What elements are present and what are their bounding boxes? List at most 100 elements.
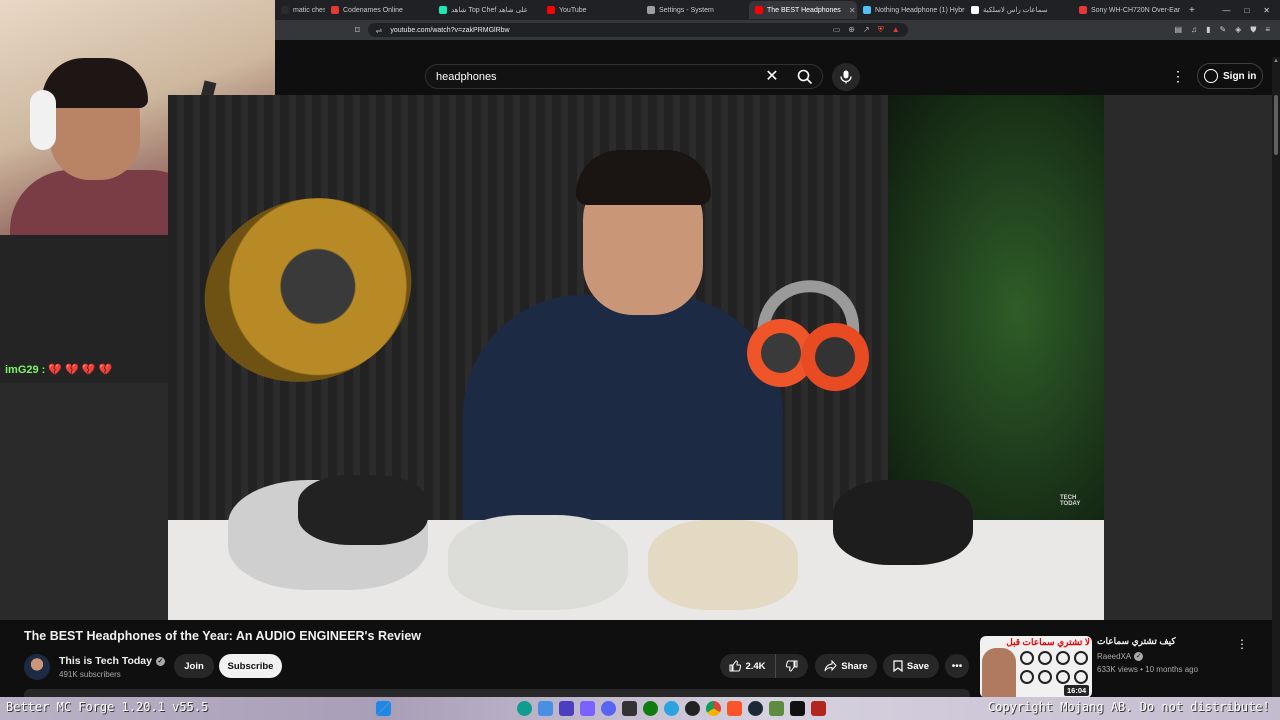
url-field[interactable]: ⇌ youtube.com/watch?v=zakPRMGlRbw ▭ ⊕ ↗ … — [367, 23, 908, 37]
brave-rewards-icon[interactable]: ▲ — [892, 25, 900, 35]
wallet-icon[interactable]: ◈ — [1235, 25, 1241, 35]
browser-tab[interactable]: سماعات راس لاسلكية — [965, 1, 1073, 19]
zoom-icon[interactable]: ⊕ — [848, 25, 855, 35]
close-tab-icon[interactable]: ✕ — [849, 6, 856, 15]
right-margin — [1104, 95, 1272, 620]
browser-address-bar: ⌑ ⇌ youtube.com/watch?v=zakPRMGlRbw ▭ ⊕ … — [275, 20, 1280, 40]
steam-icon[interactable] — [748, 700, 763, 716]
clear-search-icon[interactable]: ✕ — [763, 64, 781, 89]
browser-tab[interactable]: matic chest - Y — [275, 1, 325, 19]
orange-headphones — [747, 280, 869, 391]
chat-text: 💔 💔 💔 💔 — [48, 364, 113, 376]
headphones-black-right — [833, 480, 973, 565]
cast-icon[interactable]: ▭ — [833, 25, 841, 35]
like-button[interactable]: 2.4K — [720, 654, 776, 678]
browser-tab[interactable]: YouTube — [541, 1, 641, 19]
video-duration-badge: 16:04 — [1064, 685, 1090, 696]
cam-headset — [30, 90, 56, 150]
minimize-icon[interactable]: — — [1222, 6, 1230, 15]
more-actions-icon[interactable]: ••• — [945, 654, 969, 678]
extensions-icon[interactable]: ✎ — [1219, 25, 1226, 35]
browser-tab[interactable]: The BEST Headphones ✕ — [749, 1, 857, 19]
search-button[interactable] — [787, 64, 823, 89]
thumbnail-headphone — [1074, 670, 1088, 684]
xbox-icon[interactable] — [643, 700, 658, 716]
chrome-icon[interactable] — [706, 700, 721, 716]
recommended-channel[interactable]: RaeedXA ✓ — [1097, 652, 1144, 661]
folder-icon[interactable] — [622, 700, 637, 716]
thumbnail-headphone — [1056, 651, 1070, 665]
left-margin — [0, 383, 168, 620]
share-label: Share — [841, 660, 868, 672]
menu-icon[interactable]: ≡ — [1265, 25, 1270, 35]
subscribe-button[interactable]: Subscribe — [219, 654, 282, 678]
discord-icon[interactable] — [601, 700, 616, 716]
dislike-button[interactable] — [776, 654, 808, 678]
media-icon[interactable]: ♫ — [1191, 25, 1197, 35]
share-button[interactable]: Share — [815, 654, 877, 678]
recommended-title[interactable]: كيف تشتري سماعات — [1097, 636, 1227, 647]
channel-name[interactable]: This is Tech Today ✓ — [59, 655, 165, 667]
bookmark-icon[interactable]: ⌑ — [355, 25, 360, 36]
windows-start-icon[interactable] — [376, 700, 391, 716]
recommended-meta: 633K views • 10 months ago — [1097, 665, 1199, 674]
channel-name-text: This is Tech Today — [59, 655, 152, 667]
account-icon — [1204, 69, 1218, 83]
browser-tab[interactable]: Nothing Headphone (1) Hybri — [857, 1, 965, 19]
thumbnail-headphone — [1074, 651, 1088, 665]
search-input-value: headphones — [436, 70, 497, 83]
browser-tab[interactable]: Settings - System — [641, 1, 749, 19]
save-button[interactable]: Save — [883, 654, 939, 678]
chat-message: imG29 : 💔 💔 💔 💔 — [5, 363, 112, 376]
tab-label: Sony WH-CH720N Over-Ear H — [1091, 6, 1181, 14]
presenter-hair — [576, 150, 711, 205]
browser-tab[interactable]: شاهد Top Chef على شاهد — [433, 1, 541, 19]
maximize-icon[interactable]: □ — [1244, 6, 1249, 15]
vpn-icon[interactable]: ⛊ — [1250, 25, 1256, 35]
settings-menu-icon[interactable]: ⋮ — [1171, 67, 1185, 85]
tab-favicon-icon — [971, 6, 979, 14]
brave-shield-icon[interactable]: ⛨ — [878, 25, 884, 35]
game-window-icon[interactable] — [811, 700, 826, 716]
new-tab-button[interactable]: + — [1181, 5, 1203, 16]
sign-in-button[interactable]: Sign in — [1197, 63, 1263, 89]
thumbnail-headphone — [1020, 670, 1034, 684]
site-info-icon[interactable]: ⇌ — [376, 26, 383, 35]
minecraft-version-overlay: Better MC Forge 1.20.1 v55.5 — [6, 700, 209, 714]
recommended-menu-icon[interactable]: ⋮ — [1236, 637, 1248, 653]
description-box[interactable] — [24, 689, 970, 697]
thumbnail-headphone — [1020, 651, 1034, 665]
scroll-up-icon[interactable]: ▲ — [1272, 58, 1280, 66]
tab-label: Codenames Online — [343, 6, 403, 14]
reader-icon[interactable]: ▮ — [1206, 25, 1210, 35]
thumbs-down-icon — [786, 660, 798, 672]
sidebar-icon[interactable]: ▤ — [1175, 25, 1183, 35]
share-page-icon[interactable]: ↗ — [863, 25, 870, 35]
vscode-icon[interactable] — [559, 700, 574, 716]
brave-icon[interactable] — [727, 700, 742, 716]
browser-tab[interactable]: Codenames Online — [325, 1, 433, 19]
close-window-icon[interactable]: ✕ — [1263, 6, 1270, 15]
cam-person-hair — [42, 58, 148, 108]
browser-tab[interactable]: Sony WH-CH720N Over-Ear H — [1073, 1, 1181, 19]
video-player[interactable] — [168, 95, 1104, 620]
obs-icon[interactable] — [685, 700, 700, 716]
youtube-header: headphones ✕ ⋮ Sign in — [275, 57, 1280, 95]
headphones-cream — [648, 520, 798, 610]
tab-label: سماعات راس لاسلكية — [983, 7, 1048, 14]
tab-label: matic chest - Y — [293, 6, 325, 14]
join-button[interactable]: Join — [174, 654, 214, 678]
tab-favicon-icon — [647, 6, 655, 14]
photos-icon[interactable] — [538, 700, 553, 716]
scrollbar-thumb[interactable] — [1274, 95, 1278, 155]
edge-icon[interactable] — [517, 700, 532, 716]
terminal-icon[interactable] — [790, 700, 805, 716]
minecraft-icon[interactable] — [769, 700, 784, 716]
channel-avatar[interactable] — [24, 654, 50, 680]
sign-in-label: Sign in — [1223, 70, 1257, 82]
thumbnail-headphone — [1038, 651, 1052, 665]
telegram-icon[interactable] — [664, 700, 679, 716]
voice-search-button[interactable] — [832, 63, 860, 91]
app-icon[interactable] — [580, 700, 595, 716]
video-title: The BEST Headphones of the Year: An AUDI… — [24, 629, 422, 643]
